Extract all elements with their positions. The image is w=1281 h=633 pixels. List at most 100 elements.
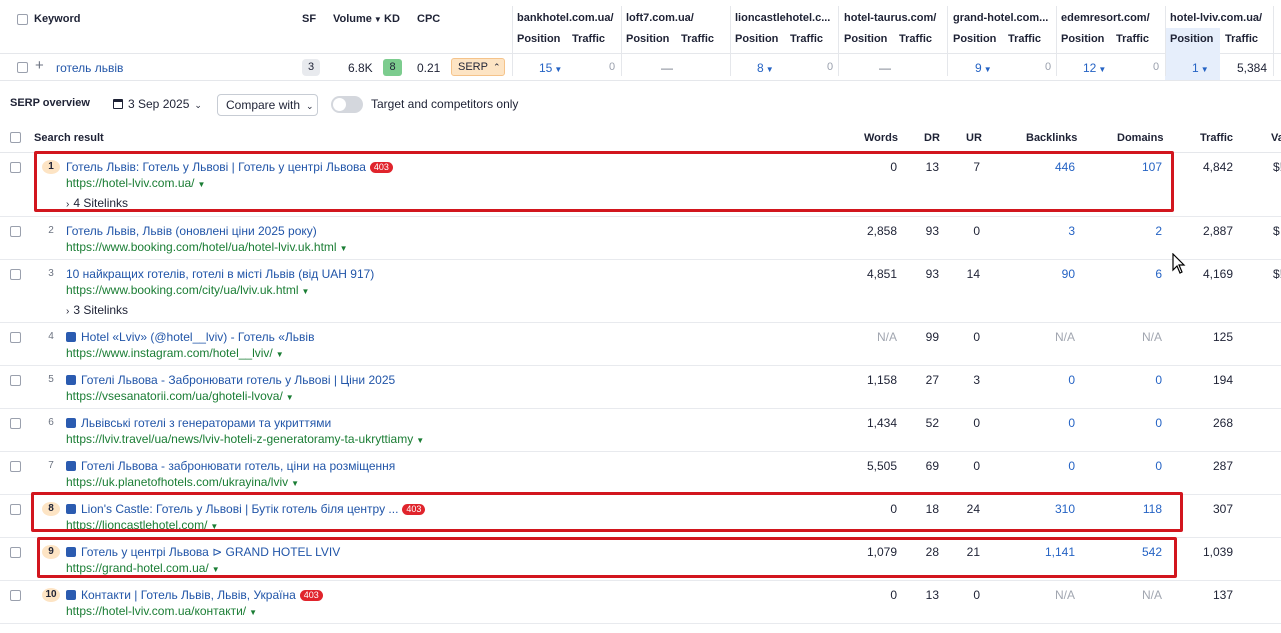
competitor-position[interactable]: 9 ▼	[975, 61, 992, 75]
target-competitors-toggle[interactable]	[331, 96, 363, 113]
value-header[interactable]: Va	[1271, 132, 1281, 144]
competitor-loft7-com-ua-header[interactable]: loft7.com.ua/	[626, 12, 694, 24]
result-title-link[interactable]: Львівські готелі з генераторами та укрит…	[66, 416, 331, 430]
chevron-right-icon: ›	[66, 306, 70, 317]
image-icon	[66, 332, 76, 342]
result-title-link[interactable]: Готель Львів, Львів (оновлені ціни 2025 …	[66, 224, 317, 238]
domains-value[interactable]: 0	[1082, 459, 1162, 473]
traffic-subheader[interactable]: Traffic	[899, 33, 932, 45]
serp-button[interactable]: SERP ⌃	[451, 58, 505, 76]
competitor-position[interactable]: 12 ▼	[1083, 61, 1106, 75]
select-all-keywords-checkbox[interactable]	[17, 14, 28, 25]
keyword-column-header[interactable]: Keyword	[34, 13, 80, 25]
kd-column-header[interactable]: KD	[384, 13, 400, 25]
sf-count-badge[interactable]: 3	[302, 59, 320, 76]
ur-value: 0	[973, 588, 980, 602]
words-header[interactable]: Words	[864, 132, 898, 144]
select-all-results-checkbox[interactable]	[10, 132, 21, 143]
position-subheader[interactable]: Position	[626, 33, 669, 45]
competitor-grand-hotel-com-header[interactable]: grand-hotel.com...	[953, 12, 1048, 24]
date-selector[interactable]: 3 Sep 2025 ⌄	[113, 97, 202, 111]
domains-value[interactable]: 0	[1082, 416, 1162, 430]
backlinks-value[interactable]: 90	[995, 267, 1075, 281]
traffic-subheader[interactable]: Traffic	[1116, 33, 1149, 45]
search-result-header[interactable]: Search result	[34, 132, 104, 144]
traffic-subheader[interactable]: Traffic	[1225, 33, 1258, 45]
result-checkbox[interactable]	[10, 269, 21, 280]
result-url[interactable]: https://uk.planetofhotels.com/ukrayina/l…	[66, 475, 299, 489]
competitor-position[interactable]: 1 ▼	[1192, 61, 1209, 75]
ur-value: 0	[973, 416, 980, 430]
position-subheader[interactable]: Position	[844, 33, 887, 45]
position-subheader[interactable]: Position	[1061, 33, 1104, 45]
url-text: https://www.booking.com/city/ua/lviv.uk.…	[66, 283, 299, 297]
chevron-down-icon: ⌄	[194, 100, 202, 110]
result-checkbox[interactable]	[10, 162, 21, 173]
backlinks-header[interactable]: Backlinks	[1026, 132, 1077, 144]
position-subheader[interactable]: Position	[1170, 33, 1213, 45]
traffic-value: 2,887	[1202, 224, 1233, 238]
caret-down-icon: ▼	[291, 479, 300, 488]
result-checkbox[interactable]	[10, 418, 21, 429]
result-title-link[interactable]: 10 найкращих готелів, готелі в місті Льв…	[66, 267, 374, 281]
caret-down-icon: ▼	[339, 244, 348, 253]
result-title-link[interactable]: Готелі Львова - Забронювати готель у Льв…	[66, 373, 395, 387]
domains-header[interactable]: Domains	[1117, 132, 1163, 144]
result-checkbox[interactable]	[10, 547, 21, 558]
competitor-hotel-taurus-com-header[interactable]: hotel-taurus.com/	[844, 12, 936, 24]
domains-value[interactable]: 6	[1082, 267, 1162, 281]
traffic-subheader[interactable]: Traffic	[790, 33, 823, 45]
result-url[interactable]: https://www.booking.com/city/ua/lviv.uk.…	[66, 283, 309, 297]
result-title-link[interactable]: Готелі Львова - забронювати готель, ціни…	[66, 459, 395, 473]
backlinks-value[interactable]: 3	[995, 224, 1075, 238]
result-row: 10 Контакти | Готель Львів, Львів, Україн…	[0, 581, 1281, 624]
position-subheader[interactable]: Position	[517, 33, 560, 45]
domains-value[interactable]: 0	[1082, 373, 1162, 387]
traffic-header[interactable]: Traffic	[1200, 132, 1233, 144]
keyword-row-checkbox[interactable]	[17, 62, 28, 73]
result-title-link[interactable]: Контакти | Готель Львів, Львів, Україна 4…	[66, 588, 323, 602]
plus-icon[interactable]: +	[35, 57, 44, 74]
result-checkbox[interactable]	[10, 590, 21, 601]
sitelinks-toggle[interactable]: › 3 Sitelinks	[66, 303, 128, 317]
sf-column-header[interactable]: SF	[302, 13, 316, 25]
position-subheader[interactable]: Position	[735, 33, 778, 45]
result-title-link[interactable]: Hotel «Lviv» (@hotel__lviv) - Готель «Ль…	[66, 330, 314, 344]
traffic-subheader[interactable]: Traffic	[1008, 33, 1041, 45]
result-checkbox[interactable]	[10, 461, 21, 472]
competitor-position[interactable]: 8 ▼	[757, 61, 774, 75]
result-url[interactable]: https://www.instagram.com/hotel__lviv/▼	[66, 346, 284, 360]
cpc-column-header[interactable]: CPC	[417, 13, 440, 25]
result-url[interactable]: https://hotel-lviv.com.ua/контакти/▼	[66, 604, 257, 618]
result-url[interactable]: https://lviv.travel/ua/news/lviv-hoteli-…	[66, 432, 424, 446]
volume-column-header[interactable]: Volume ▼	[333, 13, 382, 25]
compare-with-dropdown[interactable]: Compare with ⌄	[217, 94, 318, 116]
dr-header[interactable]: DR	[924, 132, 940, 144]
competitor-hotel-lviv-com-ua-header[interactable]: hotel-lviv.com.ua/	[1170, 12, 1262, 24]
result-checkbox[interactable]	[10, 504, 21, 515]
traffic-value: 4,169	[1202, 267, 1233, 281]
competitor-position[interactable]: 15 ▼	[539, 61, 562, 75]
competitor-lioncastlehotel-c-header[interactable]: lioncastlehotel.c...	[735, 12, 830, 24]
backlinks-value[interactable]: 0	[995, 459, 1075, 473]
traffic-subheader[interactable]: Traffic	[572, 33, 605, 45]
result-url[interactable]: https://vsesanatorii.com/ua/ghoteli-lvov…	[66, 389, 294, 403]
url-text: https://www.instagram.com/hotel__lviv/	[66, 346, 273, 360]
ur-header[interactable]: UR	[966, 132, 982, 144]
result-url[interactable]: https://www.booking.com/hotel/ua/hotel-l…	[66, 240, 348, 254]
domains-value[interactable]: 2	[1082, 224, 1162, 238]
backlinks-value[interactable]: 0	[995, 416, 1075, 430]
result-checkbox[interactable]	[10, 332, 21, 343]
position-subheader[interactable]: Position	[953, 33, 996, 45]
highlight-box-rank-8	[31, 492, 1183, 532]
result-checkbox[interactable]	[10, 375, 21, 386]
traffic-value: 137	[1212, 588, 1233, 602]
keyword-text[interactable]: готель львів	[56, 61, 123, 75]
result-checkbox[interactable]	[10, 226, 21, 237]
rank-badge: 4	[48, 331, 54, 342]
serp-label: SERP	[458, 61, 488, 73]
backlinks-value[interactable]: 0	[995, 373, 1075, 387]
traffic-subheader[interactable]: Traffic	[681, 33, 714, 45]
competitor-bankhotel-com-ua-header[interactable]: bankhotel.com.ua/	[517, 12, 614, 24]
competitor-edemresort-com-header[interactable]: edemresort.com/	[1061, 12, 1150, 24]
